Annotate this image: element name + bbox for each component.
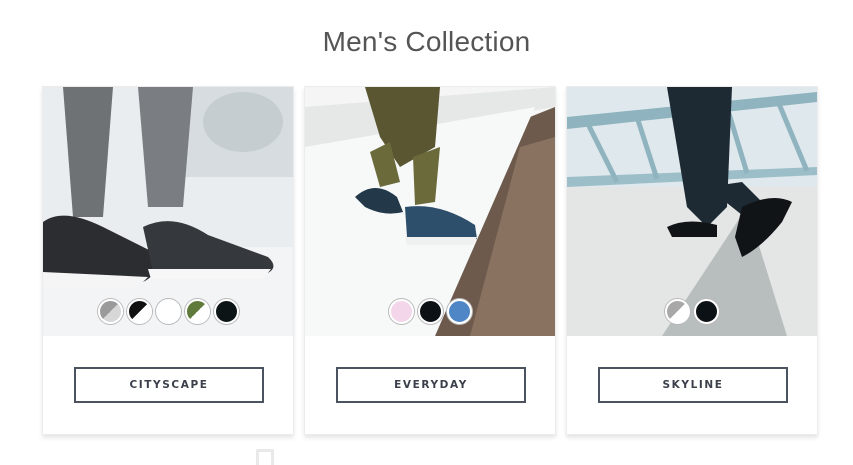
product-button-everyday[interactable]: EVERYDAY (336, 367, 526, 403)
product-card-cityscape[interactable]: CITYSCAPE (42, 86, 294, 435)
swatch-group (43, 299, 293, 324)
page-title: Men's Collection (322, 26, 531, 57)
product-image-skyline[interactable] (567, 87, 817, 336)
swatch-group (305, 299, 555, 324)
product-button-skyline[interactable]: SKYLINE (598, 367, 788, 403)
color-swatch[interactable] (213, 299, 239, 324)
product-card-skyline[interactable]: SKYLINE (566, 86, 818, 435)
color-swatch[interactable] (126, 299, 152, 324)
color-swatch[interactable] (97, 299, 123, 324)
color-swatch[interactable] (388, 299, 414, 324)
color-swatch[interactable] (155, 299, 181, 324)
product-image-everyday[interactable] (305, 87, 555, 336)
color-swatch[interactable] (417, 299, 443, 324)
color-swatch[interactable] (694, 299, 719, 324)
swatch-group (567, 299, 817, 324)
color-swatch[interactable] (665, 299, 690, 324)
product-card-everyday[interactable]: EVERYDAY (304, 86, 556, 435)
color-swatch[interactable] (184, 299, 210, 324)
product-button-cityscape[interactable]: CITYSCAPE (74, 367, 264, 403)
partial-icon (256, 449, 274, 465)
color-swatch[interactable] (446, 299, 472, 324)
product-image-cityscape[interactable] (43, 87, 293, 336)
